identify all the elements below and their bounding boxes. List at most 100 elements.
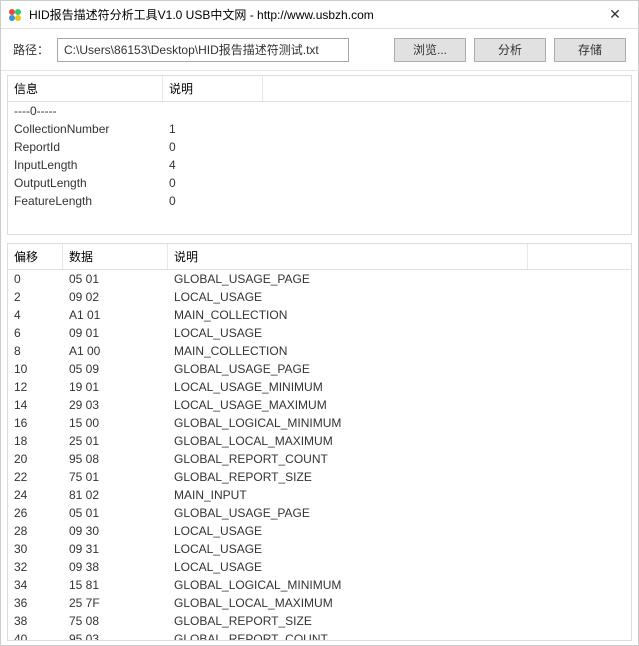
browse-button[interactable]: 浏览... [394, 38, 466, 62]
desc-cell-data: 95 08 [63, 450, 168, 468]
desc-cell-offset: 6 [8, 324, 63, 342]
info-grid-body[interactable]: ----0-----CollectionNumber1ReportId0Inpu… [8, 102, 631, 234]
table-row[interactable]: 2605 01GLOBAL_USAGE_PAGE [8, 504, 631, 522]
info-cell-value [163, 102, 263, 120]
table-row[interactable]: 609 01LOCAL_USAGE [8, 324, 631, 342]
desc-cell-data: A1 01 [63, 306, 168, 324]
info-header-name[interactable]: 信息 [8, 76, 163, 101]
desc-cell-data: 09 31 [63, 540, 168, 558]
desc-cell-offset: 28 [8, 522, 63, 540]
desc-cell-desc: LOCAL_USAGE [168, 324, 528, 342]
desc-cell-offset: 36 [8, 594, 63, 612]
table-row[interactable]: 3625 7FGLOBAL_LOCAL_MAXIMUM [8, 594, 631, 612]
desc-cell-desc: LOCAL_USAGE [168, 540, 528, 558]
desc-cell-desc: GLOBAL_USAGE_PAGE [168, 270, 528, 288]
desc-cell-data: 25 7F [63, 594, 168, 612]
app-icon [7, 7, 23, 23]
desc-cell-desc: LOCAL_USAGE [168, 288, 528, 306]
descriptor-header-data[interactable]: 数据 [63, 244, 168, 269]
table-row[interactable]: 1615 00GLOBAL_LOGICAL_MINIMUM [8, 414, 631, 432]
desc-cell-data: 81 02 [63, 486, 168, 504]
desc-cell-offset: 14 [8, 396, 63, 414]
info-header-desc[interactable]: 说明 [163, 76, 263, 101]
desc-cell-offset: 20 [8, 450, 63, 468]
desc-cell-desc: GLOBAL_LOCAL_MAXIMUM [168, 594, 528, 612]
table-row[interactable]: 005 01GLOBAL_USAGE_PAGE [8, 270, 631, 288]
close-button[interactable]: ✕ [598, 4, 632, 26]
desc-cell-data: 19 01 [63, 378, 168, 396]
desc-cell-offset: 2 [8, 288, 63, 306]
info-cell-name: FeatureLength [8, 192, 163, 210]
desc-cell-offset: 22 [8, 468, 63, 486]
table-row[interactable]: 3009 31LOCAL_USAGE [8, 540, 631, 558]
desc-cell-offset: 16 [8, 414, 63, 432]
desc-cell-desc: MAIN_COLLECTION [168, 342, 528, 360]
descriptor-header-desc[interactable]: 说明 [168, 244, 528, 269]
info-cell-value: 0 [163, 138, 263, 156]
desc-cell-data: 25 01 [63, 432, 168, 450]
table-row[interactable]: 1825 01GLOBAL_LOCAL_MAXIMUM [8, 432, 631, 450]
desc-cell-offset: 0 [8, 270, 63, 288]
info-cell-name: InputLength [8, 156, 163, 174]
table-row[interactable]: 209 02LOCAL_USAGE [8, 288, 631, 306]
descriptor-grid: 偏移 数据 说明 005 01GLOBAL_USAGE_PAGE209 02LO… [8, 244, 631, 640]
desc-cell-offset: 32 [8, 558, 63, 576]
desc-cell-desc: MAIN_COLLECTION [168, 306, 528, 324]
desc-cell-desc: GLOBAL_REPORT_SIZE [168, 612, 528, 630]
desc-cell-offset: 24 [8, 486, 63, 504]
desc-cell-offset: 38 [8, 612, 63, 630]
table-row[interactable]: ----0----- [8, 102, 631, 120]
desc-cell-desc: LOCAL_USAGE_MAXIMUM [168, 396, 528, 414]
save-button[interactable]: 存储 [554, 38, 626, 62]
desc-cell-offset: 40 [8, 630, 63, 640]
desc-cell-offset: 12 [8, 378, 63, 396]
info-grid-header: 信息 说明 [8, 76, 631, 102]
desc-cell-offset: 10 [8, 360, 63, 378]
desc-cell-desc: GLOBAL_REPORT_SIZE [168, 468, 528, 486]
window-title: HID报告描述符分析工具V1.0 USB中文网 - http://www.usb… [29, 6, 598, 23]
desc-cell-offset: 4 [8, 306, 63, 324]
desc-cell-data: 75 08 [63, 612, 168, 630]
table-row[interactable]: 3209 38LOCAL_USAGE [8, 558, 631, 576]
path-input[interactable] [57, 38, 349, 62]
descriptor-grid-body[interactable]: 005 01GLOBAL_USAGE_PAGE209 02LOCAL_USAGE… [8, 270, 631, 640]
table-row[interactable]: 3875 08GLOBAL_REPORT_SIZE [8, 612, 631, 630]
table-row[interactable]: 2809 30LOCAL_USAGE [8, 522, 631, 540]
desc-cell-desc: LOCAL_USAGE [168, 522, 528, 540]
table-row[interactable]: 2481 02MAIN_INPUT [8, 486, 631, 504]
table-row[interactable]: InputLength4 [8, 156, 631, 174]
desc-cell-desc: GLOBAL_LOCAL_MAXIMUM [168, 432, 528, 450]
info-grid: 信息 说明 ----0-----CollectionNumber1ReportI… [8, 76, 631, 234]
desc-cell-offset: 26 [8, 504, 63, 522]
desc-cell-desc: GLOBAL_REPORT_COUNT [168, 630, 528, 640]
info-cell-name: OutputLength [8, 174, 163, 192]
table-row[interactable]: OutputLength0 [8, 174, 631, 192]
info-cell-value: 0 [163, 192, 263, 210]
table-row[interactable]: 1005 09GLOBAL_USAGE_PAGE [8, 360, 631, 378]
table-row[interactable]: 3415 81GLOBAL_LOGICAL_MINIMUM [8, 576, 631, 594]
table-row[interactable]: 2275 01GLOBAL_REPORT_SIZE [8, 468, 631, 486]
desc-cell-desc: GLOBAL_USAGE_PAGE [168, 360, 528, 378]
toolbar: 路径： 浏览... 分析 存储 [1, 29, 638, 71]
desc-cell-data: 05 01 [63, 270, 168, 288]
desc-cell-data: 05 09 [63, 360, 168, 378]
info-cell-name: CollectionNumber [8, 120, 163, 138]
table-row[interactable]: ReportId0 [8, 138, 631, 156]
table-row[interactable]: 4095 03GLOBAL_REPORT_COUNT [8, 630, 631, 640]
table-row[interactable]: FeatureLength0 [8, 192, 631, 210]
desc-cell-data: 09 02 [63, 288, 168, 306]
descriptor-header-offset[interactable]: 偏移 [8, 244, 63, 269]
desc-cell-data: 15 81 [63, 576, 168, 594]
desc-cell-data: A1 00 [63, 342, 168, 360]
table-row[interactable]: 1219 01LOCAL_USAGE_MINIMUM [8, 378, 631, 396]
table-row[interactable]: 4A1 01MAIN_COLLECTION [8, 306, 631, 324]
table-row[interactable]: 8A1 00MAIN_COLLECTION [8, 342, 631, 360]
table-row[interactable]: 1429 03LOCAL_USAGE_MAXIMUM [8, 396, 631, 414]
table-row[interactable]: CollectionNumber1 [8, 120, 631, 138]
analyze-button[interactable]: 分析 [474, 38, 546, 62]
table-row[interactable]: 2095 08GLOBAL_REPORT_COUNT [8, 450, 631, 468]
desc-cell-data: 09 01 [63, 324, 168, 342]
desc-cell-data: 29 03 [63, 396, 168, 414]
desc-cell-data: 09 30 [63, 522, 168, 540]
desc-cell-desc: LOCAL_USAGE [168, 558, 528, 576]
